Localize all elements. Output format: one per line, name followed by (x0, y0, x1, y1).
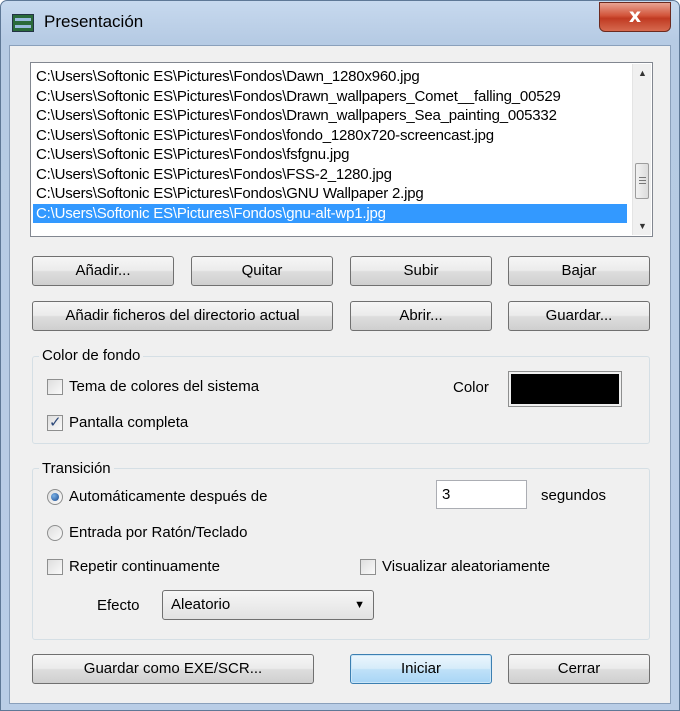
file-list-item[interactable]: C:\Users\Softonic ES\Pictures\Fondos\Daw… (33, 67, 627, 87)
dialog-client-area: C:\Users\Softonic ES\Pictures\Fondos\Daw… (9, 45, 671, 704)
add-button[interactable]: Añadir... (32, 256, 174, 286)
move-down-button[interactable]: Bajar (508, 256, 650, 286)
presentation-window: Presentación x C:\Users\Softonic ES\Pict… (0, 0, 680, 711)
scroll-thumb[interactable] (635, 163, 649, 199)
background-color-group-label: Color de fondo (39, 347, 144, 364)
mouse-keyboard-label[interactable]: Entrada por Ratón/Teclado (69, 524, 247, 541)
seconds-label: segundos (541, 487, 607, 504)
fullscreen-checkbox[interactable] (47, 413, 63, 431)
save-list-button-label: Guardar... (545, 307, 613, 324)
file-list-items: C:\Users\Softonic ES\Pictures\Fondos\Daw… (33, 67, 627, 223)
auto-advance-radio[interactable] (47, 489, 63, 505)
effect-dropdown[interactable]: Aleatorio ▼ (162, 590, 374, 620)
system-theme-label[interactable]: Tema de colores del sistema (69, 378, 259, 395)
start-button-label: Iniciar (400, 660, 441, 677)
save-as-exe-button[interactable]: Guardar como EXE/SCR... (32, 654, 314, 684)
add-directory-files-label: Añadir ficheros del directorio actual (65, 307, 300, 324)
title-bar[interactable]: Presentación x (1, 1, 679, 45)
effect-label: Efecto (97, 597, 140, 614)
file-list-item[interactable]: C:\Users\Softonic ES\Pictures\Fondos\Dra… (33, 106, 627, 126)
system-theme-checkbox[interactable] (47, 379, 63, 395)
scroll-down-icon[interactable]: ▼ (633, 217, 652, 235)
auto-advance-label[interactable]: Automáticamente después de (69, 488, 267, 505)
file-list-item[interactable]: C:\Users\Softonic ES\Pictures\Fondos\FSS… (33, 165, 627, 185)
random-checkbox[interactable] (360, 559, 376, 575)
save-as-exe-label: Guardar como EXE/SCR... (83, 660, 263, 677)
repeat-label[interactable]: Repetir continuamente (69, 558, 220, 575)
close-button[interactable]: Cerrar (508, 654, 650, 684)
add-button-label: Añadir... (75, 262, 131, 279)
remove-button-label: Quitar (241, 262, 283, 279)
remove-button[interactable]: Quitar (191, 256, 333, 286)
transition-group-label: Transición (39, 460, 114, 477)
list-scrollbar[interactable]: ▲ ▼ (632, 64, 651, 235)
start-button[interactable]: Iniciar (350, 654, 492, 684)
move-up-button[interactable]: Subir (350, 256, 492, 286)
scroll-up-icon[interactable]: ▲ (633, 64, 652, 82)
file-list-item[interactable]: C:\Users\Softonic ES\Pictures\Fondos\GNU… (33, 184, 627, 204)
save-list-button[interactable]: Guardar... (508, 301, 650, 331)
chevron-down-icon: ▼ (354, 599, 365, 611)
file-list-item[interactable]: C:\Users\Softonic ES\Pictures\Fondos\Dra… (33, 87, 627, 107)
fullscreen-label[interactable]: Pantalla completa (69, 414, 188, 431)
slideshow-app-icon (12, 14, 34, 32)
file-list-item[interactable]: C:\Users\Softonic ES\Pictures\Fondos\fon… (33, 126, 627, 146)
open-button-label: Abrir... (399, 307, 443, 324)
window-title: Presentación (44, 12, 144, 31)
seconds-input[interactable]: 3 (436, 480, 527, 509)
move-down-button-label: Bajar (561, 262, 597, 279)
open-button[interactable]: Abrir... (350, 301, 492, 331)
mouse-keyboard-radio[interactable] (47, 525, 63, 541)
effect-selected-value: Aleatorio (171, 596, 231, 613)
color-label: Color (453, 379, 489, 396)
close-icon: x (628, 5, 642, 27)
close-button-label: Cerrar (557, 660, 601, 677)
background-color-button[interactable] (508, 371, 622, 407)
file-listbox[interactable]: C:\Users\Softonic ES\Pictures\Fondos\Daw… (30, 62, 653, 237)
add-directory-files-button[interactable]: Añadir ficheros del directorio actual (32, 301, 333, 331)
close-window-button[interactable]: x (599, 2, 671, 32)
move-up-button-label: Subir (403, 262, 439, 279)
random-label[interactable]: Visualizar aleatoriamente (382, 558, 550, 575)
file-list-item[interactable]: C:\Users\Softonic ES\Pictures\Fondos\gnu… (33, 203, 627, 223)
repeat-checkbox[interactable] (47, 559, 63, 575)
file-list-item[interactable]: C:\Users\Softonic ES\Pictures\Fondos\fsf… (33, 145, 627, 165)
